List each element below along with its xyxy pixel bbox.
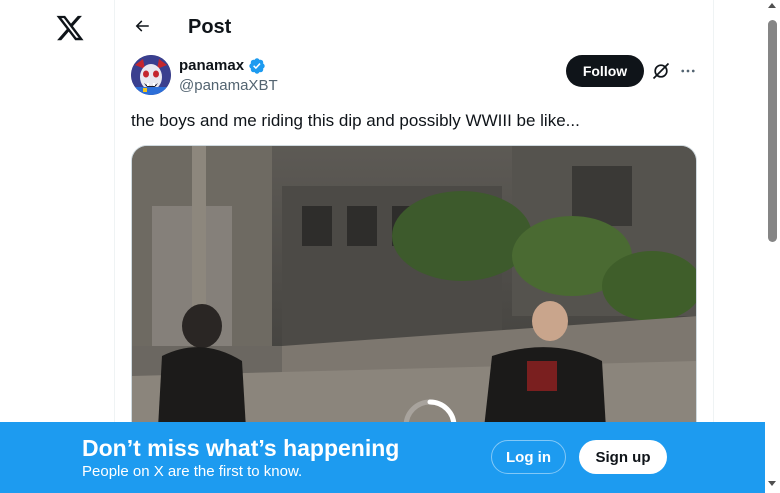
follow-button[interactable]: Follow [566,55,644,87]
avatar[interactable] [131,55,171,95]
signup-button[interactable]: Sign up [579,440,667,474]
more-horizontal-icon [681,69,695,73]
scroll-thumb[interactable] [768,20,777,242]
scroll-down-arrow-icon[interactable] [768,481,776,486]
arrow-left-icon [135,20,149,32]
author-handle[interactable]: @panamaXBT [179,77,278,95]
left-nav [0,0,114,493]
signup-banner: Don’t miss what’s happening People on X … [0,422,765,493]
page-title: Post [188,16,232,38]
author-name-text: panamax [179,57,245,74]
post-video[interactable] [131,145,697,445]
grok-icon [652,62,670,80]
post-column: Post panamax @panamaXBT Follow the boys … [114,0,714,493]
verified-badge-icon [248,57,266,75]
post-text: the boys and me riding this dip and poss… [131,111,580,130]
post-header: Post [115,0,713,53]
more-button[interactable] [678,61,698,81]
x-logo-icon[interactable] [55,13,85,43]
page-scrollbar[interactable] [765,0,780,493]
banner-title: Don’t miss what’s happening [82,435,400,461]
login-button[interactable]: Log in [491,440,566,474]
author-name[interactable]: panamax [179,57,266,75]
grok-button[interactable] [651,61,671,81]
scroll-up-arrow-icon[interactable] [768,3,776,8]
back-button[interactable] [127,11,157,41]
banner-subtitle: People on X are the first to know. [82,463,303,480]
